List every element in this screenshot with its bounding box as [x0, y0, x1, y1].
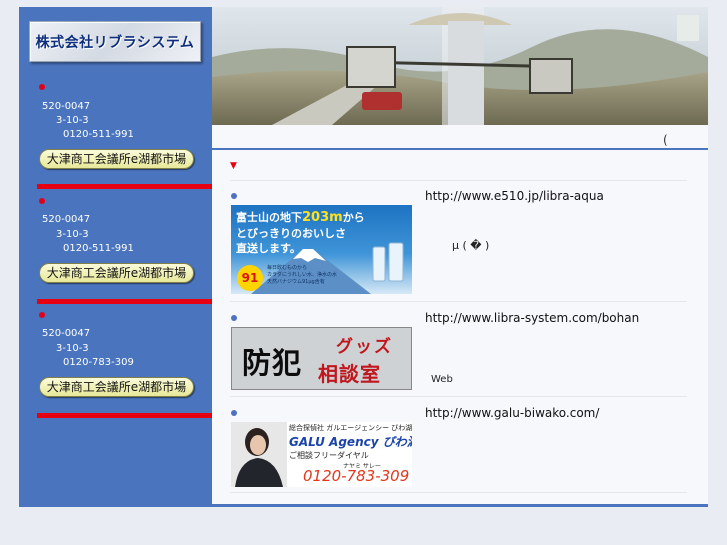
address: 3-10-3 [56, 229, 89, 240]
sidebar: 株式会社リブラシステム 520-0047 3-10-3 0120-511-991… [19, 7, 212, 507]
blue-bullet-icon [231, 193, 237, 199]
company-logo-text: 株式会社リブラシステム [35, 34, 195, 51]
address: 3-10-3 [56, 115, 89, 126]
red-bullet-icon [39, 198, 45, 204]
e-kotoichiba-button[interactable]: 大津商工会議所e湖都市場 [39, 149, 194, 169]
entry-url[interactable]: http://www.galu-biwako.com/ [425, 406, 599, 420]
e-kotoichiba-button[interactable]: 大津商工会議所e湖都市場 [39, 377, 194, 397]
aqua-headline-depth: 203m [302, 210, 343, 225]
blue-bullet-icon [231, 410, 237, 416]
phone-number: 0120-511-991 [63, 243, 134, 254]
red-bullet-icon [39, 312, 45, 318]
banner-photo [212, 7, 708, 125]
galu-brand: GALU Agency [289, 435, 379, 449]
phone-number: 0120-511-991 [63, 129, 134, 140]
woman-photo [231, 422, 287, 487]
aqua-small-2: カラダにうれしい水、浄水の水 [267, 272, 338, 278]
bohan-consult-text: 相談室 [318, 362, 381, 386]
divider [230, 180, 687, 181]
divider [230, 396, 687, 397]
galu-line1: 総合探偵社 ガルエージェンシー びわ湖 [289, 424, 412, 432]
main-content: ( ▼ http://www.e510.jp/libra-aqua 富士山の地下… [212, 125, 708, 507]
header-paren: ( [663, 133, 668, 147]
aqua-headline-a: 富士山の地下 [236, 211, 302, 224]
red-separator [37, 184, 212, 189]
entry-url[interactable]: http://www.libra-system.com/bohan [425, 311, 639, 325]
galu-brand-biwako: びわ湖 [382, 435, 412, 449]
bohan-big-text: 防犯 [242, 346, 303, 380]
address: 3-10-3 [56, 343, 89, 354]
red-separator [37, 413, 212, 418]
header-banner-image [212, 7, 708, 125]
postal-code: 520-0047 [42, 214, 91, 225]
aqua-small-1: 毎日飲むものから [267, 265, 308, 271]
entry-url[interactable]: http://www.e510.jp/libra-aqua [425, 189, 604, 203]
divider [230, 492, 687, 493]
footer-rule [212, 504, 708, 507]
galu-phone: 0120-783-309 [303, 467, 410, 485]
bohan-banner[interactable]: 防犯 グッズ 相談室 [231, 327, 412, 390]
e-kotoichiba-button[interactable]: 大津商工会議所e湖都市場 [39, 263, 194, 283]
aqua-small-3: 天然バナジウム91μg含有 [267, 279, 325, 285]
entry-note: Web [431, 374, 453, 385]
page-frame: 株式会社リブラシステム 520-0047 3-10-3 0120-511-991… [19, 7, 708, 507]
aqua-headline-c: から [342, 211, 365, 224]
header-rule [212, 148, 708, 150]
red-bullet-icon [39, 84, 45, 90]
red-separator [37, 299, 212, 304]
company-logo[interactable]: 株式会社リブラシステム [29, 21, 201, 62]
divider [230, 301, 687, 302]
postal-code: 520-0047 [42, 101, 91, 112]
down-triangle-icon: ▼ [230, 161, 237, 171]
galu-free-dial-label: ご相談フリーダイヤル [289, 451, 369, 460]
entry-note: µ ( � ) [452, 239, 490, 252]
libra-aqua-banner[interactable]: 富士山の地下203mから とびっきりのおいしさ 直送します。 91 毎日飲むもの… [231, 205, 412, 294]
galu-agency-banner[interactable]: 総合探偵社 ガルエージェンシー びわ湖 GALU Agency びわ湖 ご相談フ… [231, 422, 412, 487]
blue-bullet-icon [231, 315, 237, 321]
bohan-goods-text: グッズ [336, 337, 393, 357]
phone-number: 0120-783-309 [63, 357, 134, 368]
postal-code: 520-0047 [42, 328, 91, 339]
91-badge: 91 [237, 265, 263, 291]
